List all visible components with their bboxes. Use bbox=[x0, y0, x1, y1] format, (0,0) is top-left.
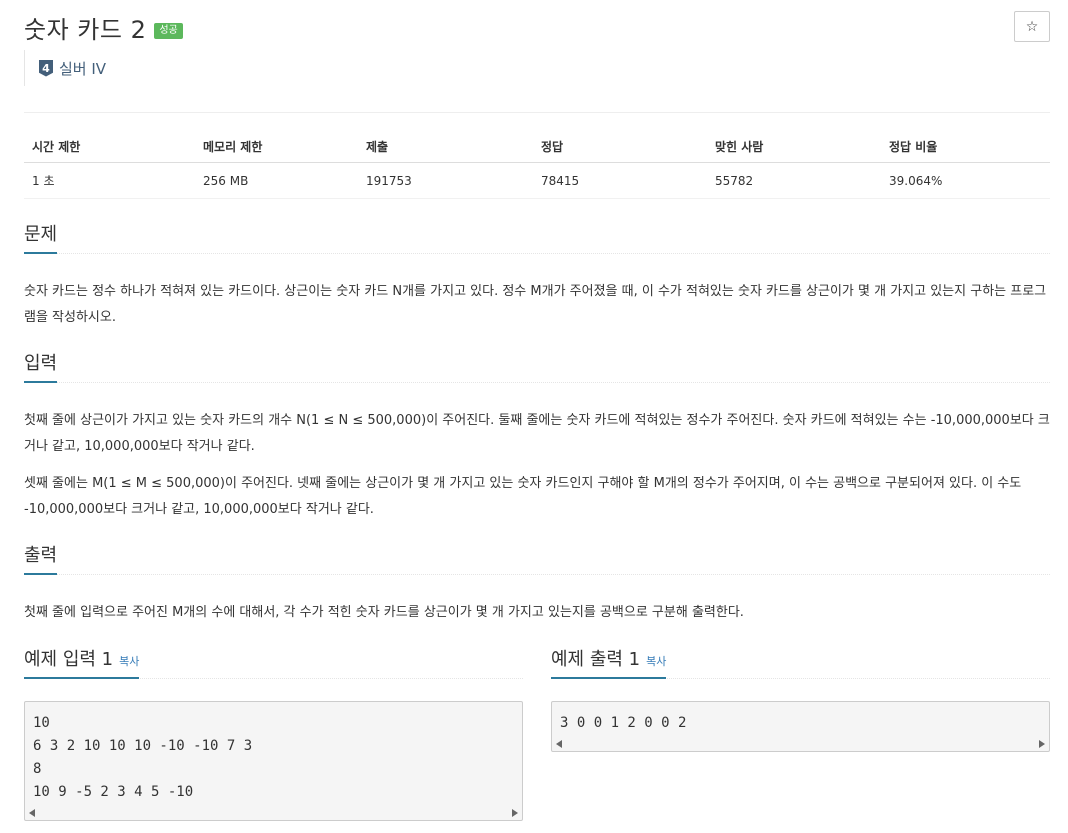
scroll-right-arrow-icon[interactable] bbox=[512, 809, 518, 817]
sample-input-heading-wrap: 예제 입력 1 복사 bbox=[24, 645, 140, 679]
sample-output-panel: 예제 출력 1 복사 3 0 0 1 2 0 0 2 bbox=[551, 644, 1050, 752]
sample-input-box[interactable]: 10 6 3 2 10 10 10 -10 -10 7 3 8 10 9 -5 … bbox=[24, 701, 523, 821]
input-text-2: 셋째 줄에는 M(1 ≤ M ≤ 500,000)이 주어진다. 넷째 줄에는 … bbox=[24, 476, 1022, 517]
value-time-limit: 1 초 bbox=[24, 162, 195, 199]
output-text: 첫째 줄에 입력으로 주어진 M개의 수에 대해서, 각 수가 적힌 숫자 카드… bbox=[24, 605, 744, 620]
header-submissions: 제출 bbox=[358, 130, 533, 163]
tier-info: 4 실버 IV bbox=[24, 50, 106, 86]
horizontal-scrollbar[interactable] bbox=[552, 737, 1049, 751]
header-accepted: 정답 bbox=[533, 130, 707, 163]
sample-output-box[interactable]: 3 0 0 1 2 0 0 2 bbox=[551, 701, 1050, 752]
scroll-left-arrow-icon[interactable] bbox=[29, 809, 35, 817]
tier-badge-icon: 4 bbox=[39, 59, 53, 77]
scroll-left-arrow-icon[interactable] bbox=[556, 740, 562, 748]
sample-output-header: 예제 출력 1 복사 bbox=[551, 644, 1050, 679]
status-badge: 성공 bbox=[154, 22, 183, 39]
sample-input-panel: 예제 입력 1 복사 10 6 3 2 10 10 10 -10 -10 7 3 … bbox=[24, 644, 523, 821]
sample-input-heading: 예제 입력 1 bbox=[24, 649, 114, 670]
value-memory-limit: 256 MB bbox=[195, 162, 358, 199]
divider bbox=[24, 112, 1050, 113]
header-memory-limit: 메모리 제한 bbox=[195, 130, 358, 163]
input-text-1: 첫째 줄에 상근이가 가지고 있는 숫자 카드의 개수 N(1 ≤ N ≤ 50… bbox=[24, 413, 1050, 454]
problem-page: 숫자 카드 2 성공 ☆ 4 실버 IV 시간 제한 메모리 제한 제출 정답 … bbox=[0, 0, 1068, 833]
copy-input-button[interactable]: 복사 bbox=[119, 655, 139, 668]
value-solvers[interactable]: 55782 bbox=[707, 162, 881, 199]
description-heading: 문제 bbox=[24, 220, 58, 254]
description-text: 숫자 카드는 정수 하나가 적혀져 있는 카드이다. 상근이는 숫자 카드 N개… bbox=[24, 284, 1047, 325]
star-icon: ☆ bbox=[1025, 18, 1039, 35]
header-time-limit: 시간 제한 bbox=[24, 130, 195, 163]
output-section-header: 출력 bbox=[24, 543, 1050, 575]
favorite-star-button[interactable]: ☆ bbox=[1014, 11, 1050, 42]
output-heading: 출력 bbox=[24, 541, 58, 575]
input-section-header: 입력 bbox=[24, 351, 1050, 383]
problem-info-table: 시간 제한 메모리 제한 제출 정답 맞힌 사람 정답 비율 1 초 256 M… bbox=[24, 130, 1050, 199]
value-accepted[interactable]: 78415 bbox=[533, 162, 707, 199]
sample-input-header: 예제 입력 1 복사 bbox=[24, 644, 523, 679]
header-accept-ratio: 정답 비율 bbox=[881, 130, 1050, 163]
copy-output-button[interactable]: 복사 bbox=[646, 655, 666, 668]
tier-label[interactable]: 실버 IV bbox=[59, 58, 106, 79]
sample-output-heading-wrap: 예제 출력 1 복사 bbox=[551, 645, 667, 679]
sample-input-code: 10 6 3 2 10 10 10 -10 -10 7 3 8 10 9 -5 … bbox=[33, 715, 253, 800]
sample-output-code: 3 0 0 1 2 0 0 2 bbox=[560, 715, 687, 731]
problem-title: 숫자 카드 2 bbox=[24, 16, 147, 44]
value-submissions[interactable]: 191753 bbox=[358, 162, 533, 199]
value-accept-ratio: 39.064% bbox=[881, 162, 1050, 199]
input-heading: 입력 bbox=[24, 349, 58, 383]
info-header-row: 시간 제한 메모리 제한 제출 정답 맞힌 사람 정답 비율 bbox=[24, 130, 1050, 163]
title-row: 숫자 카드 2 성공 bbox=[24, 10, 183, 45]
horizontal-scrollbar[interactable] bbox=[25, 806, 522, 820]
scroll-right-arrow-icon[interactable] bbox=[1039, 740, 1045, 748]
header-solvers: 맞힌 사람 bbox=[707, 130, 881, 163]
info-value-row: 1 초 256 MB 191753 78415 55782 39.064% bbox=[24, 162, 1050, 199]
description-section-header: 문제 bbox=[24, 222, 1050, 254]
sample-output-heading: 예제 출력 1 bbox=[551, 649, 641, 670]
